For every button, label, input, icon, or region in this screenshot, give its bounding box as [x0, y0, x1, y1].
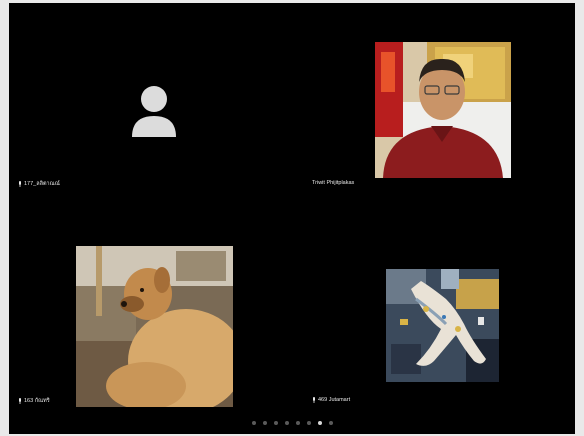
participant-video — [76, 246, 233, 407]
participant-tile-3[interactable]: 163 กัณทริ — [9, 193, 292, 411]
participant-name-label: 469 Jutamart — [312, 397, 350, 403]
page-dot[interactable] — [317, 421, 322, 425]
participant-tile-1[interactable]: 177_ลลิตาณณ์ — [9, 3, 292, 193]
participant-name-label: 177_ลลิตาณณ์ — [18, 180, 60, 188]
page-dot[interactable] — [284, 421, 289, 425]
page-dot[interactable] — [251, 421, 256, 425]
participant-name-label: 163 กัณทริ — [18, 397, 50, 405]
person-avatar-icon — [132, 86, 176, 137]
participant-video — [386, 269, 499, 382]
page-dot[interactable] — [273, 421, 278, 425]
participant-tile-2[interactable]: Triwit Phijitplakas — [292, 3, 575, 193]
mic-icon — [313, 397, 315, 403]
mic-icon — [19, 181, 21, 187]
page-dot[interactable] — [295, 421, 300, 425]
page-dot[interactable] — [328, 421, 333, 425]
mic-icon — [19, 398, 21, 404]
participant-tile-4[interactable]: 469 Jutamart — [292, 193, 575, 411]
page-indicator[interactable] — [9, 421, 575, 425]
participant-video — [375, 42, 511, 178]
video-call-grid: 177_ลลิตาณณ์ Triwit Phijitplakas 163 กัณ… — [9, 3, 575, 434]
page-dot[interactable] — [262, 421, 267, 425]
participant-name-label: Triwit Phijitplakas — [312, 180, 355, 186]
page-dot[interactable] — [306, 421, 311, 425]
